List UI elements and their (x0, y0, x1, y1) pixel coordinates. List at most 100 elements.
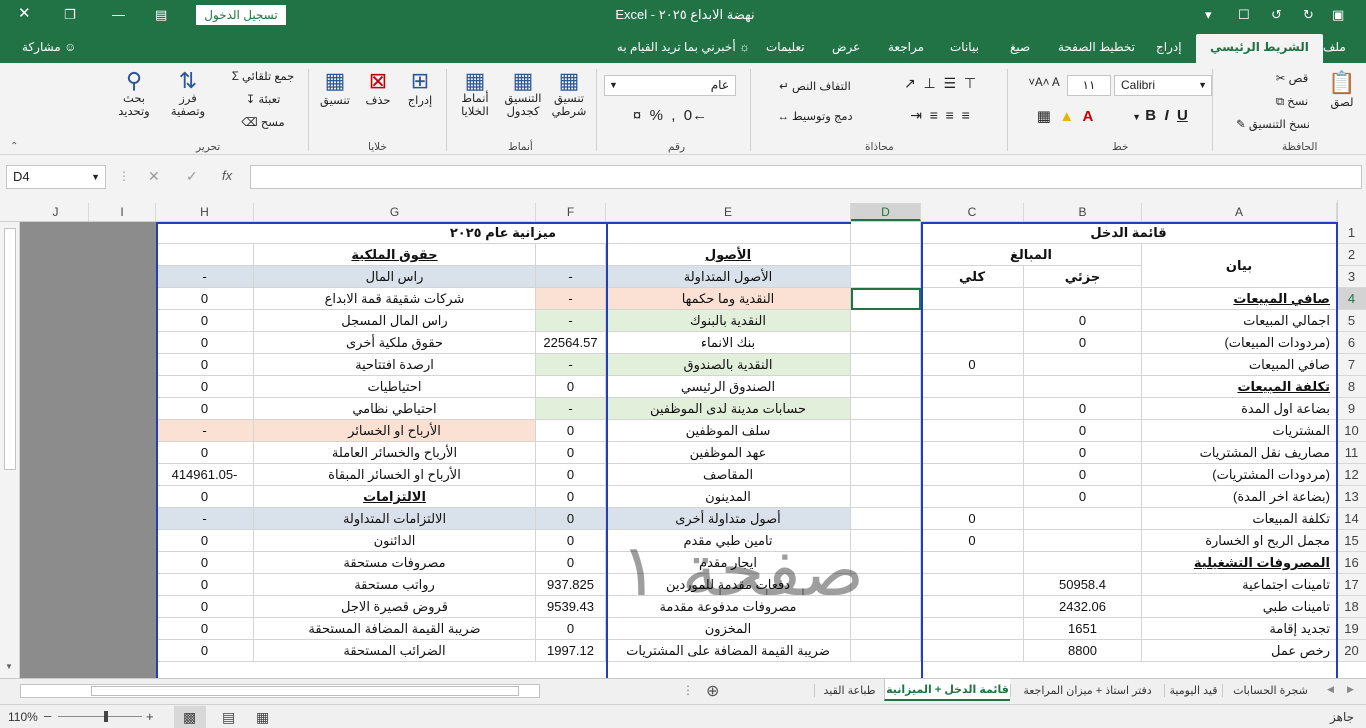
cell-a14[interactable]: تكلفة المبيعات (1142, 508, 1337, 530)
cell-e11[interactable]: عهد الموظفين (606, 442, 851, 464)
cell-g16[interactable]: مصروفات مستحقة (254, 552, 536, 574)
cell-a2[interactable]: بيان (1142, 244, 1337, 288)
cell-c11[interactable] (921, 442, 1024, 464)
cell-d5[interactable] (851, 310, 921, 332)
cell-b19[interactable]: 1651 (1024, 618, 1142, 640)
row-header-17[interactable]: 17 (1337, 574, 1366, 596)
cell-a8[interactable]: تكلفة المبيعات (1142, 376, 1337, 398)
cell-c20[interactable] (921, 640, 1024, 662)
cell-b4[interactable] (1024, 288, 1142, 310)
column-header-d[interactable]: D (851, 203, 921, 221)
cell-g17[interactable]: رواتب مستحقة (254, 574, 536, 596)
insert-function-icon[interactable]: fx (222, 168, 232, 183)
column-header-j[interactable]: J (23, 203, 89, 221)
cell-h10[interactable]: - (156, 420, 254, 442)
row-header-19[interactable]: 19 (1337, 618, 1366, 640)
font-color-icon[interactable]: A (1082, 108, 1093, 125)
cell-e10[interactable]: سلف الموظفين (606, 420, 851, 442)
row-header-5[interactable]: 5 (1337, 310, 1366, 332)
cell-e7[interactable]: النقدية بالصندوق (606, 354, 851, 376)
cell-b5[interactable]: 0 (1024, 310, 1142, 332)
column-header-c[interactable]: C (921, 203, 1024, 221)
cell-g12[interactable]: الأرباح او الخسائر المبقاة (254, 464, 536, 486)
collapse-ribbon-icon[interactable]: ⌃ (10, 141, 18, 152)
percent-icon[interactable]: % (650, 107, 663, 124)
save-icon[interactable]: ▣ (1332, 7, 1344, 23)
cell-g8[interactable]: احتياطيات (254, 376, 536, 398)
cell-e6[interactable]: بنك الانماء (606, 332, 851, 354)
cell-g10[interactable]: الأرباح او الخسائر (254, 420, 536, 442)
cell-g19[interactable]: ضريبة القيمة المضافة المستحقة (254, 618, 536, 640)
cell-h7[interactable]: 0 (156, 354, 254, 376)
cell-g3[interactable]: راس المال (254, 266, 536, 288)
cell-a20[interactable]: رخص عمل (1142, 640, 1337, 662)
page-break-view-button[interactable]: ▩ (174, 706, 206, 728)
cell-e20[interactable]: ضريبة القيمة المضافة على المشتريات (606, 640, 851, 662)
normal-view-icon[interactable]: ▦ (256, 709, 269, 726)
cell-b12[interactable]: 0 (1024, 464, 1142, 486)
cell-d3[interactable] (851, 266, 921, 288)
font-size-box[interactable]: ١١ (1067, 75, 1111, 96)
cell-b11[interactable]: 0 (1024, 442, 1142, 464)
cell-d20[interactable] (851, 640, 921, 662)
cell-e5[interactable]: النقدية بالبنوك (606, 310, 851, 332)
insert-cells-button[interactable]: ⊞ إدراج (400, 69, 440, 108)
borders-icon[interactable]: ▦ (1037, 108, 1051, 125)
zoom-in-icon[interactable]: + (146, 709, 154, 724)
bius-buttons[interactable]: B I U ▼ (1110, 107, 1210, 124)
cell-a18[interactable]: تامينات طبي (1142, 596, 1337, 618)
name-box[interactable]: D4 ▼ (6, 165, 106, 189)
cell-b10[interactable]: 0 (1024, 420, 1142, 442)
cell-f11[interactable]: 0 (536, 442, 606, 464)
cell-c9[interactable] (921, 398, 1024, 420)
bold-icon[interactable]: B (1145, 107, 1156, 124)
page-layout-view-icon[interactable]: ▤ (222, 709, 235, 726)
touch-mode-icon[interactable]: ☐ (1238, 7, 1250, 23)
column-header-i[interactable]: I (89, 203, 156, 221)
comma-icon[interactable]: , (671, 107, 675, 124)
row-header-11[interactable]: 11 (1337, 442, 1366, 464)
cell-c4[interactable] (921, 288, 1024, 310)
cell-h3[interactable]: - (156, 266, 254, 288)
cell-c5[interactable] (921, 310, 1024, 332)
cell-a7[interactable]: صافي المبيعات (1142, 354, 1337, 376)
cell-e4[interactable]: النقدية وما حكمها (606, 288, 851, 310)
cell-c10[interactable] (921, 420, 1024, 442)
cell-b3[interactable]: جزئي (1024, 266, 1142, 288)
tab-help[interactable]: تعليمات (766, 40, 805, 54)
cell-b8[interactable] (1024, 376, 1142, 398)
minimize-icon[interactable]: — (112, 7, 125, 23)
tab-home[interactable]: الشريط الرئيسي (1196, 34, 1323, 63)
cell-f2[interactable] (536, 244, 606, 266)
redo-icon[interactable]: ↻ (1303, 7, 1314, 23)
cell-a16[interactable]: المصروفات التشغيلية (1142, 552, 1337, 574)
column-header-f[interactable]: F (536, 203, 606, 221)
column-header-a[interactable]: A (1142, 203, 1337, 221)
cell-h9[interactable]: 0 (156, 398, 254, 420)
cell-g5[interactable]: راس المال المسجل (254, 310, 536, 332)
tab-page-layout[interactable]: تخطيط الصفحة (1058, 40, 1135, 54)
cut-button[interactable]: قص ✂ (1262, 71, 1322, 85)
cell-f20[interactable]: 1997.12 (536, 640, 606, 662)
cell-g2[interactable]: حقوق الملكية (254, 244, 536, 266)
cell-h14[interactable]: - (156, 508, 254, 530)
row-header-4[interactable]: 4 (1337, 288, 1366, 310)
orientation-icon[interactable]: ↗ (904, 75, 916, 91)
delete-cells-button[interactable]: ⊠ حذف (358, 69, 398, 108)
cell-h15[interactable]: 0 (156, 530, 254, 552)
cell-d19[interactable] (851, 618, 921, 640)
cell-b7[interactable] (1024, 354, 1142, 376)
tell-me-box[interactable]: ☼ أخبرني بما تريد القيام به (600, 40, 750, 54)
tab-review[interactable]: مراجعة (888, 40, 924, 54)
cell-h13[interactable]: 0 (156, 486, 254, 508)
wrap-text-button[interactable]: التفاف النص ↵ (760, 79, 870, 93)
row-header-16[interactable]: 16 (1337, 552, 1366, 574)
undo-icon[interactable]: ↺ (1271, 7, 1282, 23)
font-name-box[interactable]: Calibri ▼ (1114, 75, 1212, 96)
next-sheet-icon[interactable]: ◀ (1327, 684, 1334, 695)
scroll-thumb[interactable] (91, 686, 519, 696)
cell-e2[interactable]: الأصول (606, 244, 851, 266)
horizontal-scrollbar[interactable] (20, 684, 540, 698)
column-header-b[interactable]: B (1024, 203, 1142, 221)
cell-h12[interactable]: -414961.05 (156, 464, 254, 486)
